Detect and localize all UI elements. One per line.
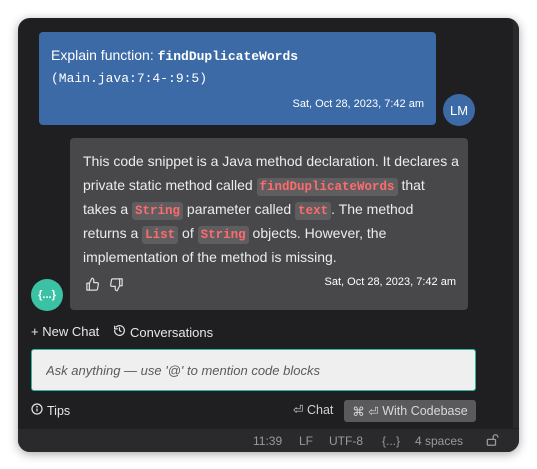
chat-input-container xyxy=(31,349,476,391)
chat-submit-button[interactable]: ⏎ Chat xyxy=(293,402,333,417)
conversations-label: Conversations xyxy=(130,324,214,340)
function-location: (Main.java:7:4-:9:5) xyxy=(51,71,208,86)
cody-context-indicator[interactable]: {...} xyxy=(382,434,400,448)
function-name: findDuplicateWords xyxy=(157,49,299,64)
command-key-icon: ⌘ ⏎ xyxy=(352,404,383,419)
assistant-message-timestamp: Sat, Oct 28, 2023, 7:42 am xyxy=(324,276,456,288)
tips-button[interactable]: Tips xyxy=(31,403,70,418)
line-ending[interactable]: LF xyxy=(299,434,313,448)
user-message-bubble: Explain function: findDuplicateWords (Ma… xyxy=(39,32,436,125)
feedback-actions xyxy=(83,275,125,293)
inline-code: String xyxy=(132,202,184,220)
chat-label: Chat xyxy=(306,403,334,417)
assistant-avatar: {...} xyxy=(31,279,63,311)
conversations-button[interactable]: Conversations xyxy=(113,324,213,340)
indent-setting[interactable]: 4 spaces xyxy=(415,434,463,448)
info-icon xyxy=(31,403,43,418)
user-message-timestamp: Sat, Oct 28, 2023, 7:42 am xyxy=(292,98,424,110)
inline-code: String xyxy=(197,226,249,244)
scrollbar-track[interactable] xyxy=(513,18,519,428)
status-bar: 11:39 LF UTF-8 {...} 4 spaces xyxy=(18,429,519,452)
user-message-text: Explain function: findDuplicateWords xyxy=(51,47,298,64)
cursor-position[interactable]: 11:39 xyxy=(253,434,282,448)
with-codebase-label: With Codebase xyxy=(382,404,468,418)
history-icon xyxy=(113,324,126,340)
new-chat-button[interactable]: + New Chat xyxy=(31,324,99,339)
thumbs-down-icon[interactable] xyxy=(107,275,125,293)
assistant-message-bubble: This code snippet is a Java method decla… xyxy=(70,138,468,310)
thumbs-up-icon[interactable] xyxy=(83,275,101,293)
with-codebase-button[interactable]: ⌘ ⏎ With Codebase xyxy=(344,400,476,422)
user-avatar: LM xyxy=(443,94,475,126)
assistant-message-text: This code snippet is a Java method decla… xyxy=(83,149,459,269)
inline-code: text xyxy=(295,202,332,220)
text-segment: of xyxy=(178,225,198,241)
enter-key-icon: ⏎ xyxy=(293,403,304,417)
inline-code: List xyxy=(142,226,179,244)
user-message-prefix: Explain function: xyxy=(51,47,158,63)
file-encoding[interactable]: UTF-8 xyxy=(329,434,363,448)
inline-code: findDuplicateWords xyxy=(256,178,398,196)
cody-chat-panel: Explain function: findDuplicateWords (Ma… xyxy=(18,18,519,452)
text-segment: parameter called xyxy=(183,201,296,217)
unlock-icon[interactable] xyxy=(485,433,499,450)
chat-input[interactable] xyxy=(32,350,475,390)
tips-label: Tips xyxy=(47,403,71,418)
